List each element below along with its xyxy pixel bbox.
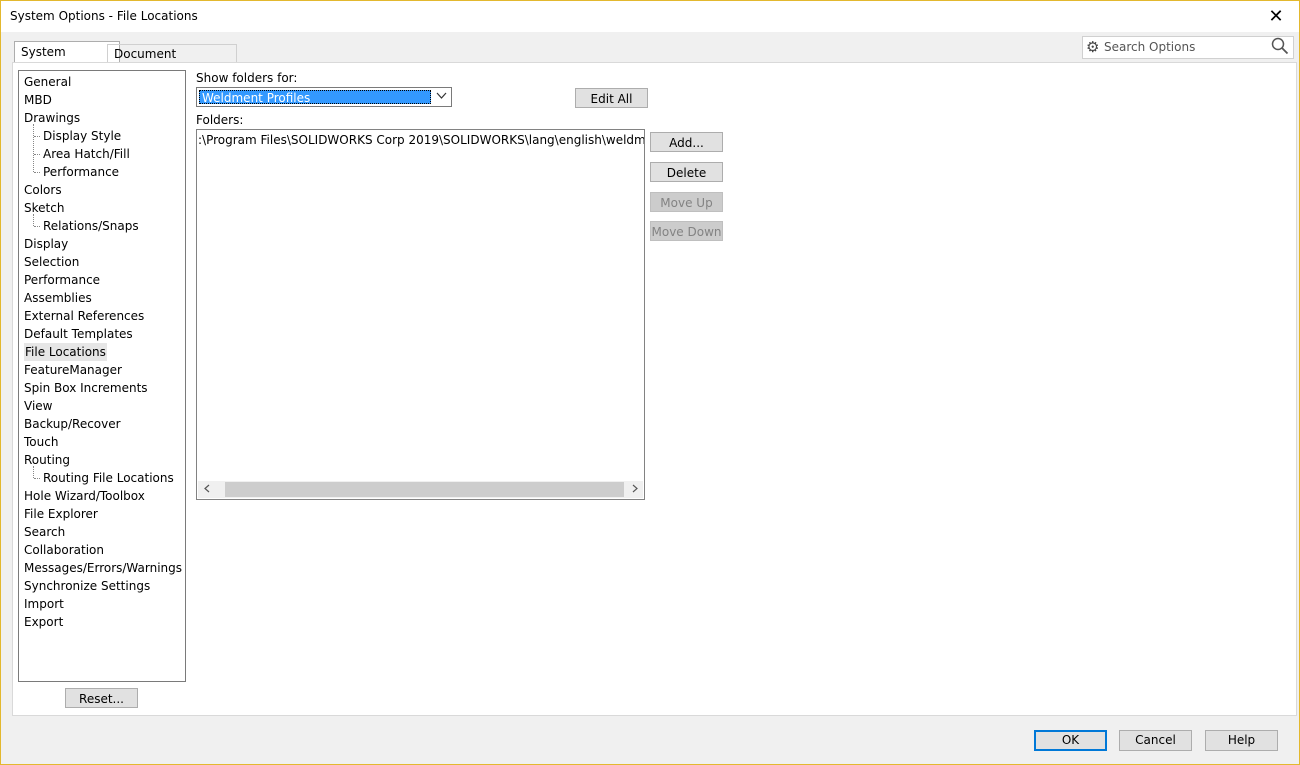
delete-button[interactable]: Delete: [650, 162, 723, 182]
tree-item[interactable]: Search: [24, 523, 65, 541]
tab-document-properties[interactable]: Document Properties: [107, 44, 237, 79]
chevron-down-icon: [436, 90, 447, 104]
tree-item[interactable]: Touch: [24, 433, 58, 451]
tree-item[interactable]: View: [24, 397, 52, 415]
tree-guide-elbow: [34, 478, 40, 479]
show-folders-label: Show folders for:: [196, 71, 298, 85]
tree-item[interactable]: Display: [24, 235, 68, 253]
tree-guide-elbow: [34, 136, 40, 137]
cancel-label: Cancel: [1135, 733, 1176, 747]
search-input[interactable]: Search Options: [1104, 40, 1195, 54]
tree-item[interactable]: Performance: [43, 163, 119, 181]
show-folders-value: Weldment Profiles: [199, 90, 431, 105]
add-label: Add...: [669, 136, 704, 150]
ok-label: OK: [1061, 733, 1080, 747]
chevron-left-icon[interactable]: [198, 481, 215, 498]
tree-item[interactable]: MBD: [24, 91, 52, 109]
add-button[interactable]: Add...: [650, 132, 723, 152]
move-up-button[interactable]: Move Up: [650, 192, 723, 212]
tree-item[interactable]: Import: [24, 595, 64, 613]
tree-item[interactable]: Synchronize Settings: [24, 577, 150, 595]
tree-item[interactable]: Default Templates: [24, 325, 133, 343]
tree-item[interactable]: FeatureManager: [24, 361, 122, 379]
tree-item[interactable]: Routing File Locations: [43, 469, 174, 487]
tree-item[interactable]: Collaboration: [24, 541, 104, 559]
tree-guide-elbow: [34, 154, 40, 155]
tree-item[interactable]: File Explorer: [24, 505, 98, 523]
move-up-label: Move Up: [660, 196, 713, 210]
reset-label: Reset...: [79, 692, 124, 706]
tree-item[interactable]: Backup/Recover: [24, 415, 121, 433]
scrollbar-thumb[interactable]: [225, 482, 624, 497]
delete-label: Delete: [666, 166, 707, 180]
tree-item[interactable]: Messages/Errors/Warnings: [24, 559, 182, 577]
tree-item[interactable]: Spin Box Increments: [24, 379, 148, 397]
tree-item[interactable]: Area Hatch/Fill: [43, 145, 130, 163]
move-down-label: Move Down: [651, 225, 722, 239]
folders-list[interactable]: :\Program Files\SOLIDWORKS Corp 2019\SOL…: [196, 129, 645, 500]
tree-item[interactable]: Hole Wizard/Toolbox: [24, 487, 145, 505]
tree-item[interactable]: Display Style: [43, 127, 121, 145]
search-options-box[interactable]: ⚙ Search Options: [1082, 36, 1294, 59]
show-folders-select[interactable]: Weldment Profiles: [196, 87, 452, 107]
tree-item[interactable]: External References: [24, 307, 144, 325]
edit-all-button[interactable]: Edit All: [575, 88, 648, 108]
close-icon: ✕: [1268, 6, 1284, 27]
search-icon[interactable]: [1271, 37, 1289, 60]
ok-button[interactable]: OK: [1034, 730, 1107, 751]
tab-system-options[interactable]: System Options: [14, 41, 120, 79]
folders-label: Folders:: [196, 113, 244, 127]
edit-all-label: Edit All: [590, 92, 633, 106]
move-down-button[interactable]: Move Down: [650, 221, 723, 241]
reset-button[interactable]: Reset...: [65, 688, 138, 708]
tree-item[interactable]: Performance: [24, 271, 100, 289]
help-label: Help: [1227, 733, 1256, 747]
horizontal-scrollbar[interactable]: [198, 481, 643, 498]
tree-item[interactable]: Sketch: [24, 199, 64, 217]
tree-item[interactable]: Export: [24, 613, 63, 631]
options-tree[interactable]: General MBD Drawings Display Style Area Hatc…: [18, 70, 186, 682]
tree-guide-elbow: [34, 226, 40, 227]
title-bar: System Options - File Locations ✕: [1, 1, 1299, 32]
window-title: System Options - File Locations: [10, 9, 198, 23]
help-button[interactable]: Help: [1205, 730, 1278, 751]
tree-guide-line: [33, 124, 34, 172]
tree-guide-line: [33, 466, 34, 478]
gear-icon: ⚙: [1086, 38, 1100, 56]
tree-item[interactable]: Selection: [24, 253, 79, 271]
cancel-button[interactable]: Cancel: [1119, 730, 1192, 751]
tree-item[interactable]: Routing: [24, 451, 70, 469]
list-item[interactable]: :\Program Files\SOLIDWORKS Corp 2019\SOL…: [198, 133, 644, 147]
tree-item[interactable]: Assemblies: [24, 289, 92, 307]
close-button[interactable]: ✕: [1253, 1, 1299, 32]
tree-item[interactable]: Relations/Snaps: [43, 217, 139, 235]
tree-guide-line: [33, 214, 34, 226]
tree-item[interactable]: General: [24, 73, 71, 91]
tree-guide-elbow: [34, 172, 40, 173]
tree-item[interactable]: File Locations: [24, 343, 107, 361]
chevron-right-icon[interactable]: [626, 481, 643, 498]
tree-item[interactable]: Colors: [24, 181, 62, 199]
